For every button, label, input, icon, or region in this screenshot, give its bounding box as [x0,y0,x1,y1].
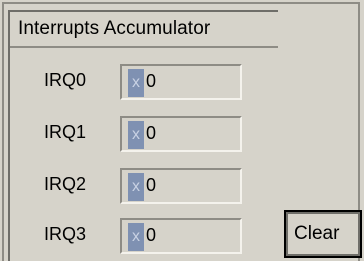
irq-count-field: x 0 [120,218,242,254]
irq-label: IRQ1 [44,122,87,142]
irq-count-field: x 0 [120,116,242,152]
irq-count-field: x 0 [120,64,242,100]
irq-label: IRQ2 [44,174,87,194]
irq-count-field: x 0 [120,168,242,204]
interrupts-accumulator-panel: Interrupts Accumulator IRQ0 x 0 IRQ1 x 0… [8,10,278,261]
irq-clear-indicator[interactable]: x [128,69,144,97]
panel-title: Interrupts Accumulator [18,18,211,39]
irq-clear-indicator[interactable]: x [128,173,144,201]
irq-row-0: IRQ0 x 0 [18,64,246,102]
irq-clear-indicator[interactable]: x [128,223,144,251]
irq-row-2: IRQ2 x 0 [18,168,246,206]
interrupts-window: Interrupts Accumulator IRQ0 x 0 IRQ1 x 0… [0,0,364,261]
irq-clear-indicator[interactable]: x [128,121,144,149]
irq-count-value: 0 [146,225,157,245]
irq-count-value: 0 [146,175,157,195]
irq-count-value: 0 [146,71,157,91]
title-divider [10,46,278,48]
irq-label: IRQ3 [44,224,87,244]
irq-count-value: 0 [146,123,157,143]
irq-label: IRQ0 [44,70,87,90]
clear-button[interactable]: Clear [284,210,362,258]
irq-row-1: IRQ1 x 0 [18,116,246,154]
irq-row-3: IRQ3 x 0 [18,218,246,256]
